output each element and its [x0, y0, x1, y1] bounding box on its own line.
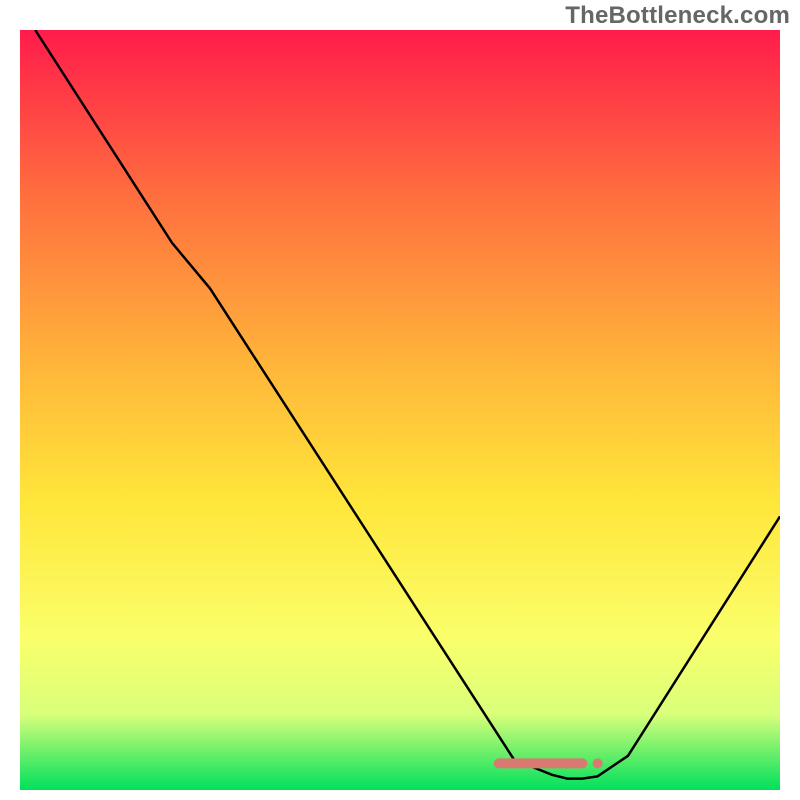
- chart-stage: TheBottleneck.com: [0, 0, 800, 800]
- chart-svg: [20, 30, 780, 790]
- plot-area: [20, 30, 780, 790]
- optimal-range-end-dot: [593, 758, 603, 768]
- watermark-text: TheBottleneck.com: [565, 2, 790, 30]
- gradient-background: [20, 30, 780, 790]
